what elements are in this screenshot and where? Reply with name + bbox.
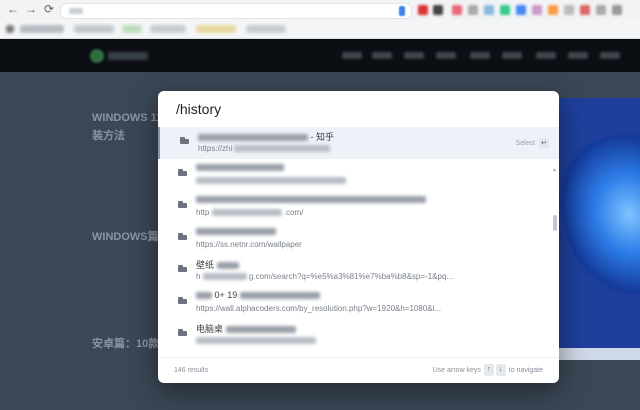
palette-search[interactable]: /history	[158, 91, 559, 128]
windows-wallpaper-image	[552, 98, 640, 360]
result-item[interactable]: - 知乎 https://zhi Select ↵	[158, 127, 559, 159]
result-url	[196, 176, 346, 185]
article-heading-cont[interactable]: 装方法	[92, 127, 125, 143]
result-url: h g.com/search?q=%e5%a3%81%e7%ba%b8&sp=-…	[196, 272, 454, 281]
site-nav-item[interactable]	[568, 52, 588, 59]
tab-icon	[178, 201, 187, 208]
tab-icon	[178, 265, 187, 272]
article-heading[interactable]: WINDOWS 11	[92, 112, 162, 124]
result-title: 电脑桌	[196, 322, 296, 335]
site-nav-item[interactable]	[372, 52, 392, 59]
scroll-up-icon[interactable]: ▲	[552, 167, 557, 173]
bookmark-star-icon[interactable]	[399, 6, 405, 16]
article-heading[interactable]: 安卓篇：10款	[92, 335, 159, 351]
result-title: 0+ 19	[196, 290, 320, 300]
result-item[interactable]: https://ss.netnr.com/wallpaper	[158, 223, 559, 255]
site-name[interactable]	[108, 52, 148, 60]
reload-icon[interactable]: ⟳	[42, 2, 56, 16]
extension-icon[interactable]	[516, 5, 526, 15]
result-item[interactable]: 电脑桌	[158, 319, 559, 351]
result-title	[196, 162, 284, 172]
address-bar[interactable]	[60, 3, 412, 19]
extension-icon[interactable]	[452, 5, 462, 15]
result-item[interactable]	[158, 159, 559, 191]
result-url: http .com/	[196, 208, 304, 217]
site-nav-item[interactable]	[470, 52, 490, 59]
back-icon[interactable]: ←	[6, 2, 20, 16]
palette-footer: 146 results Use arrow keys ↑ ↓ to navigat…	[158, 357, 559, 383]
results-scrollbar[interactable]	[553, 215, 557, 231]
extension-icon[interactable]	[580, 5, 590, 15]
wallpaper-bloom	[554, 124, 640, 312]
browser-toolbar: ← → ⟳	[0, 0, 640, 20]
article-heading[interactable]: WINDOWS篇 -	[92, 228, 165, 244]
extension-icon[interactable]	[548, 5, 558, 15]
site-logo[interactable]	[90, 49, 104, 63]
result-url: https://wall.alphacoders.com/by_resoluti…	[196, 304, 442, 313]
extension-icon[interactable]	[484, 5, 494, 15]
select-hint: Select ↵	[516, 139, 549, 148]
extension-icon[interactable]	[596, 5, 606, 15]
address-text	[69, 8, 83, 14]
result-title	[196, 194, 426, 204]
bookmark-item[interactable]	[122, 25, 142, 33]
result-title: - 知乎	[198, 130, 334, 143]
results-list: - 知乎 https://zhi Select ↵ http .com/ htt…	[158, 127, 559, 351]
bookmark-item[interactable]	[246, 25, 286, 33]
arrow-down-key-icon: ↓	[495, 364, 506, 377]
arrow-up-key-icon: ↑	[483, 364, 494, 377]
site-nav-item[interactable]	[600, 52, 620, 59]
extension-icon[interactable]	[418, 5, 428, 15]
tab-icon	[178, 233, 187, 240]
wallpaper-taskbar	[554, 348, 640, 360]
result-url: https://ss.netnr.com/wallpaper	[196, 240, 302, 249]
site-nav-item[interactable]	[404, 52, 424, 59]
tab-icon	[178, 169, 187, 176]
enter-key-icon: ↵	[539, 139, 549, 148]
extension-icon[interactable]	[433, 5, 443, 15]
result-item[interactable]: 0+ 19 https://wall.alphacoders.com/by_re…	[158, 287, 559, 319]
bookmark-item[interactable]	[196, 25, 236, 33]
bookmark-item[interactable]	[20, 25, 64, 33]
tab-icon	[178, 329, 187, 336]
extension-icon[interactable]	[500, 5, 510, 15]
site-nav-item[interactable]	[502, 52, 522, 59]
forward-icon[interactable]: →	[24, 2, 38, 16]
result-item[interactable]: http .com/	[158, 191, 559, 223]
result-title	[196, 226, 276, 236]
site-header	[0, 39, 640, 72]
search-query[interactable]: /history	[176, 101, 221, 117]
bookmark-item[interactable]	[74, 25, 114, 33]
extension-icon[interactable]	[532, 5, 542, 15]
site-nav-item[interactable]	[342, 52, 362, 59]
tab-icon	[180, 137, 189, 144]
extension-icon[interactable]	[564, 5, 574, 15]
results-count: 146 results	[174, 367, 209, 374]
navigation-hint: Use arrow keys ↑ ↓ to navigate	[433, 364, 543, 377]
extension-icon[interactable]	[612, 5, 622, 15]
result-url: https://zhi	[198, 144, 331, 153]
tab-icon	[178, 297, 187, 304]
bookmark-item[interactable]	[6, 25, 14, 33]
site-nav-item[interactable]	[436, 52, 456, 59]
result-item[interactable]: 壁纸 h g.com/search?q=%e5%a3%81%e7%ba%b8&s…	[158, 255, 559, 287]
result-title: 壁纸	[196, 258, 239, 271]
command-palette: /history - 知乎 https://zhi Select ↵ http …	[158, 91, 559, 383]
bookmark-item[interactable]	[150, 25, 186, 33]
extension-icon[interactable]	[468, 5, 478, 15]
site-nav-item[interactable]	[536, 52, 556, 59]
bookmarks-bar	[0, 20, 640, 39]
result-url	[196, 336, 316, 345]
